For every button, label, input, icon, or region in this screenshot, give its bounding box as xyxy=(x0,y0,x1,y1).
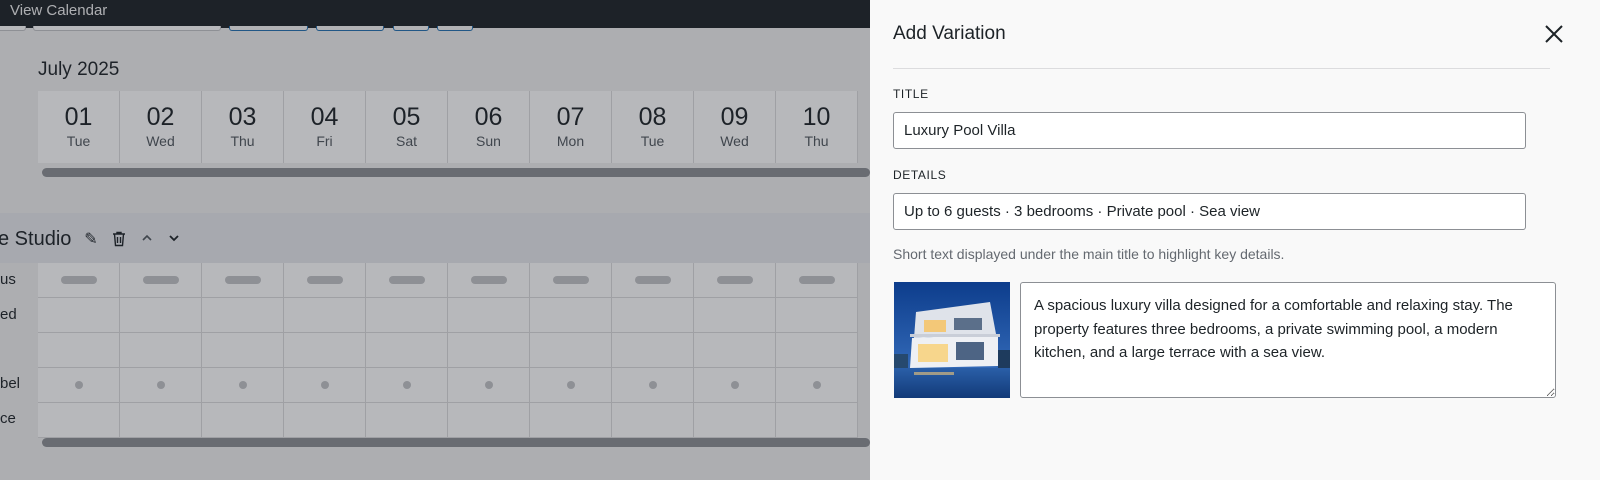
add-variation-panel: Add Variation TITLE DETAILS Short text d… xyxy=(870,0,1600,480)
description-textarea[interactable]: A spacious luxury villa designed for a c… xyxy=(1020,282,1556,398)
title-input[interactable] xyxy=(893,112,1526,149)
details-input[interactable] xyxy=(893,193,1526,230)
calendar-page: View Calendar July 2025 01 Tue 02 Wed 03 Thu 0… xyxy=(0,0,870,480)
modal-backdrop[interactable] xyxy=(0,0,870,480)
divider xyxy=(893,68,1550,69)
details-label: DETAILS xyxy=(893,168,947,182)
close-icon[interactable] xyxy=(1544,24,1564,44)
villa-thumbnail[interactable] xyxy=(894,282,1010,398)
title-label: TITLE xyxy=(893,87,929,101)
details-help-text: Short text displayed under the main titl… xyxy=(893,246,1285,262)
panel-title: Add Variation xyxy=(893,23,1006,44)
